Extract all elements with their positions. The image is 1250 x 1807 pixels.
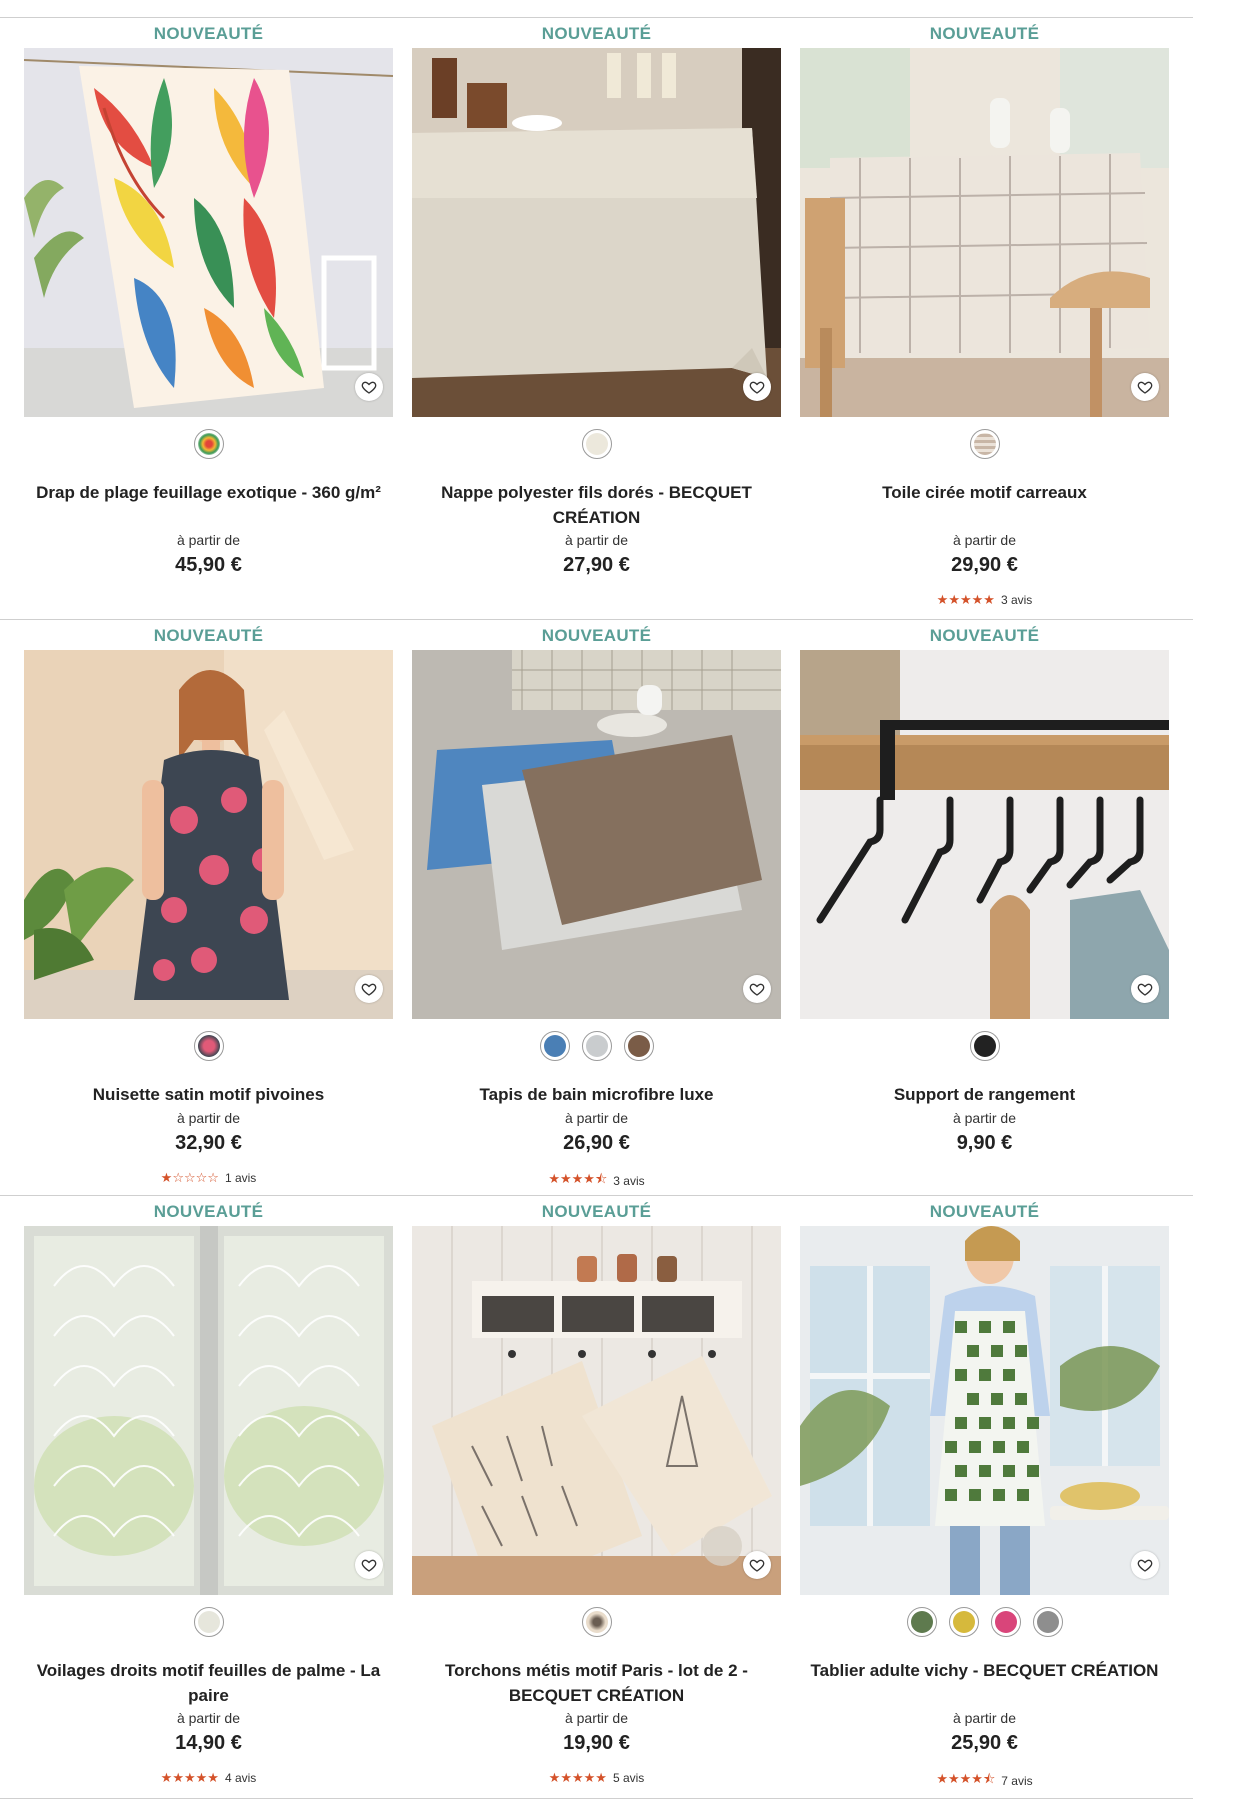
rating[interactable]: ★☆☆☆☆ 1 avis [24,1170,393,1186]
row-divider [0,1195,1193,1196]
wishlist-heart-icon[interactable] [743,975,771,1003]
color-swatches [800,1031,1169,1061]
review-count: 3 avis [1000,593,1033,607]
row-divider [0,619,1193,620]
color-swatches [412,429,781,459]
rating-stars-icon: ★★★★★ [548,1770,607,1785]
product-image[interactable] [412,1226,781,1595]
rating-stars-icon: ★★★★⯪ [548,1171,608,1186]
product-name[interactable]: Toile cirée motif carreaux [806,480,1163,505]
rating[interactable]: ★★★★★ 3 avis [800,592,1169,608]
new-badge: NOUVEAUTÉ [929,626,1040,645]
new-badge: NOUVEAUTÉ [541,24,652,43]
review-count: 5 avis [612,1771,645,1785]
product-price: 19,90 € [563,1732,630,1754]
rating[interactable]: ★★★★⯪ 3 avis [412,1170,781,1192]
color-swatches [412,1031,781,1061]
wishlist-heart-icon[interactable] [743,1551,771,1579]
new-badge: NOUVEAUTÉ [929,24,1040,43]
review-count: 3 avis [613,1174,645,1188]
product-name[interactable]: Tablier adulte vichy - BECQUET CRÉATION [806,1658,1163,1683]
product-price: 29,90 € [951,554,1018,576]
price-from-label: à partir de [564,1110,629,1126]
product-image[interactable] [24,650,393,1019]
review-count: 7 avis [1001,1774,1033,1788]
wishlist-heart-icon[interactable] [355,373,383,401]
color-swatches [800,1607,1169,1637]
product-image[interactable] [800,1226,1169,1595]
color-swatch[interactable] [990,1607,1021,1637]
new-badge: NOUVEAUTÉ [153,626,264,645]
color-swatch[interactable] [948,1607,979,1637]
row-divider [0,1798,1193,1799]
new-badge: NOUVEAUTÉ [153,24,264,43]
product-price: 14,90 € [175,1732,242,1754]
color-swatch[interactable] [1032,1607,1063,1637]
review-count: 1 avis [224,1171,257,1185]
color-swatches [24,429,393,459]
wishlist-heart-icon[interactable] [355,1551,383,1579]
price-from-label: à partir de [176,1710,241,1726]
color-swatch[interactable] [581,429,612,459]
color-swatches [800,429,1169,459]
color-swatches [24,1031,393,1061]
wishlist-heart-icon[interactable] [743,373,771,401]
product-image[interactable] [800,48,1169,417]
product-name[interactable]: Tapis de bain microfibre luxe [418,1082,775,1107]
rating[interactable]: ★★★★★ 4 avis [24,1770,393,1786]
product-image[interactable] [800,650,1169,1019]
new-badge: NOUVEAUTÉ [153,1202,264,1221]
product-price: 32,90 € [175,1132,242,1154]
product-price: 25,90 € [951,1732,1018,1754]
color-swatch[interactable] [539,1031,570,1061]
price-from-label: à partir de [176,1110,241,1126]
product-name[interactable]: Nuisette satin motif pivoines [30,1082,387,1107]
new-badge: NOUVEAUTÉ [929,1202,1040,1221]
price-from-label: à partir de [952,1110,1017,1126]
color-swatches [412,1607,781,1637]
product-image[interactable] [412,48,781,417]
product-name[interactable]: Nappe polyester fils dorés - BECQUET CRÉ… [418,480,775,530]
color-swatch[interactable] [581,1031,612,1061]
price-from-label: à partir de [952,532,1017,548]
product-image[interactable] [24,48,393,417]
rating[interactable]: ★★★★⯪ 7 avis [800,1770,1169,1792]
new-badge: NOUVEAUTÉ [541,626,652,645]
row-divider [0,17,1193,18]
product-price: 9,90 € [956,1132,1013,1154]
price-from-label: à partir de [176,532,241,548]
new-badge: NOUVEAUTÉ [541,1202,652,1221]
product-price: 45,90 € [175,554,242,576]
rating-stars-icon: ★★★★★ [936,592,995,607]
product-price: 27,90 € [563,554,630,576]
price-from-label: à partir de [564,1710,629,1726]
rating-stars-icon: ★☆☆☆☆ [160,1170,219,1185]
wishlist-heart-icon[interactable] [1131,975,1159,1003]
color-swatch[interactable] [193,1607,224,1637]
product-price: 26,90 € [563,1132,630,1154]
color-swatches [24,1607,393,1637]
wishlist-heart-icon[interactable] [1131,1551,1159,1579]
rating[interactable]: ★★★★★ 5 avis [412,1770,781,1786]
color-swatch[interactable] [969,429,1000,459]
product-name[interactable]: Support de rangement [806,1082,1163,1107]
rating-stars-icon: ★★★★★ [160,1770,219,1785]
product-name[interactable]: Voilages droits motif feuilles de palme … [30,1658,387,1708]
review-count: 4 avis [224,1771,257,1785]
product-image[interactable] [24,1226,393,1595]
rating-stars-icon: ★★★★⯪ [936,1771,996,1786]
color-swatch[interactable] [193,1031,224,1061]
price-from-label: à partir de [952,1710,1017,1726]
price-from-label: à partir de [564,532,629,548]
color-swatch[interactable] [906,1607,937,1637]
product-image[interactable] [412,650,781,1019]
color-swatch[interactable] [193,429,224,459]
wishlist-heart-icon[interactable] [1131,373,1159,401]
color-swatch[interactable] [581,1607,612,1637]
wishlist-heart-icon[interactable] [355,975,383,1003]
product-name[interactable]: Drap de plage feuillage exotique - 360 g… [30,480,387,505]
product-name[interactable]: Torchons métis motif Paris - lot de 2 - … [418,1658,775,1708]
color-swatch[interactable] [969,1031,1000,1061]
color-swatch[interactable] [623,1031,654,1061]
